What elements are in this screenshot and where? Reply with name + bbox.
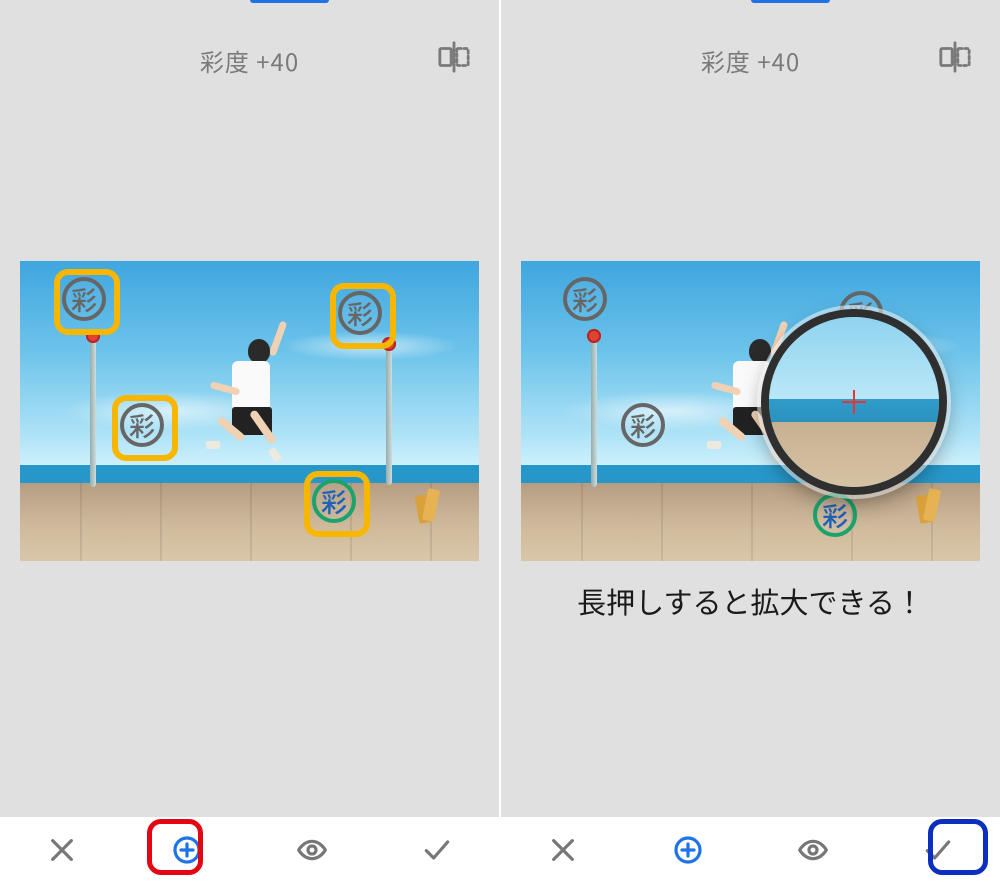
- confirm-button[interactable]: [414, 827, 460, 873]
- pole: [591, 337, 597, 487]
- image-canvas[interactable]: 彩 彩 彩 彩: [521, 261, 980, 561]
- compare-before-after-icon[interactable]: [437, 40, 471, 74]
- control-point-active[interactable]: 彩: [312, 479, 356, 523]
- jumping-person: [210, 331, 295, 481]
- control-point[interactable]: 彩: [120, 403, 164, 447]
- bottom-toolbar: [501, 817, 1000, 883]
- slider-indicator[interactable]: [751, 0, 830, 3]
- cancel-button[interactable]: [39, 827, 85, 873]
- compare-before-after-icon[interactable]: [938, 40, 972, 74]
- image-canvas[interactable]: 彩 彩 彩 彩: [20, 261, 479, 561]
- cancel-button[interactable]: [540, 827, 586, 873]
- pole-light: [587, 329, 601, 343]
- crosshair-icon: [842, 390, 866, 414]
- skateboards: [417, 483, 457, 523]
- add-point-button[interactable]: [665, 827, 711, 873]
- preview-button[interactable]: [289, 827, 335, 873]
- adjustment-value-label: 彩度 +40: [701, 43, 800, 78]
- editor-panel-left: 彩度 +40 彩: [0, 0, 499, 883]
- slider-indicator[interactable]: [250, 0, 329, 3]
- status-row: 彩度 +40: [501, 35, 1000, 85]
- preview-button[interactable]: [790, 827, 836, 873]
- annotation-highlight-blue: [928, 819, 988, 875]
- control-point-active[interactable]: 彩: [813, 493, 857, 537]
- status-row: 彩度 +40: [0, 35, 499, 85]
- annotation-highlight-red: [147, 819, 203, 875]
- control-point[interactable]: 彩: [621, 403, 665, 447]
- magnifier-loupe: [761, 309, 947, 495]
- adjustment-value-label: 彩度 +40: [200, 43, 299, 78]
- control-point[interactable]: 彩: [563, 277, 607, 321]
- control-point[interactable]: 彩: [62, 277, 106, 321]
- pole: [90, 337, 96, 487]
- editor-panel-right: 彩度 +40 彩 彩 彩 彩: [499, 0, 1000, 883]
- annotation-caption: 長押しすると拡大できる！: [521, 580, 980, 622]
- pole: [386, 345, 392, 485]
- skateboards: [918, 483, 958, 523]
- control-point[interactable]: 彩: [338, 291, 382, 335]
- bottom-toolbar: [0, 817, 499, 883]
